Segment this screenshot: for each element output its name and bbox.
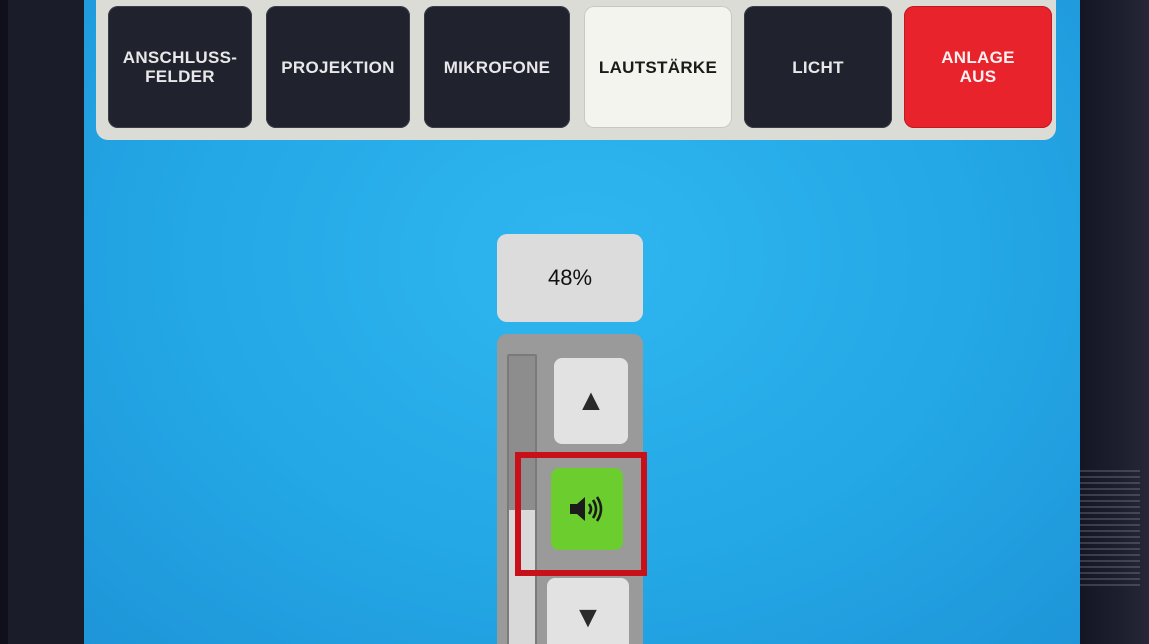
monitor-bezel-left bbox=[0, 0, 8, 644]
volume-value-display: 48% bbox=[497, 234, 643, 322]
triangle-down-icon: ▼ bbox=[573, 601, 603, 634]
tab-lautstaerke[interactable]: LAUTSTÄRKE bbox=[584, 6, 732, 128]
speaker-grille bbox=[1080, 470, 1140, 590]
tab-bar: ANSCHLUSS- FELDER PROJEKTION MIKROFONE L… bbox=[96, 0, 1056, 140]
tab-projektion[interactable]: PROJEKTION bbox=[266, 6, 410, 128]
volume-down-button[interactable]: ▼ bbox=[547, 578, 629, 644]
tab-licht[interactable]: LICHT bbox=[744, 6, 892, 128]
tab-anschlussfelder[interactable]: ANSCHLUSS- FELDER bbox=[108, 6, 252, 128]
triangle-up-icon: ▲ bbox=[576, 384, 606, 417]
highlight-box bbox=[515, 452, 647, 576]
tab-mikrofone[interactable]: MIKROFONE bbox=[424, 6, 570, 128]
volume-up-button[interactable]: ▲ bbox=[554, 358, 628, 444]
anlage-aus-button[interactable]: ANLAGE AUS bbox=[904, 6, 1052, 128]
